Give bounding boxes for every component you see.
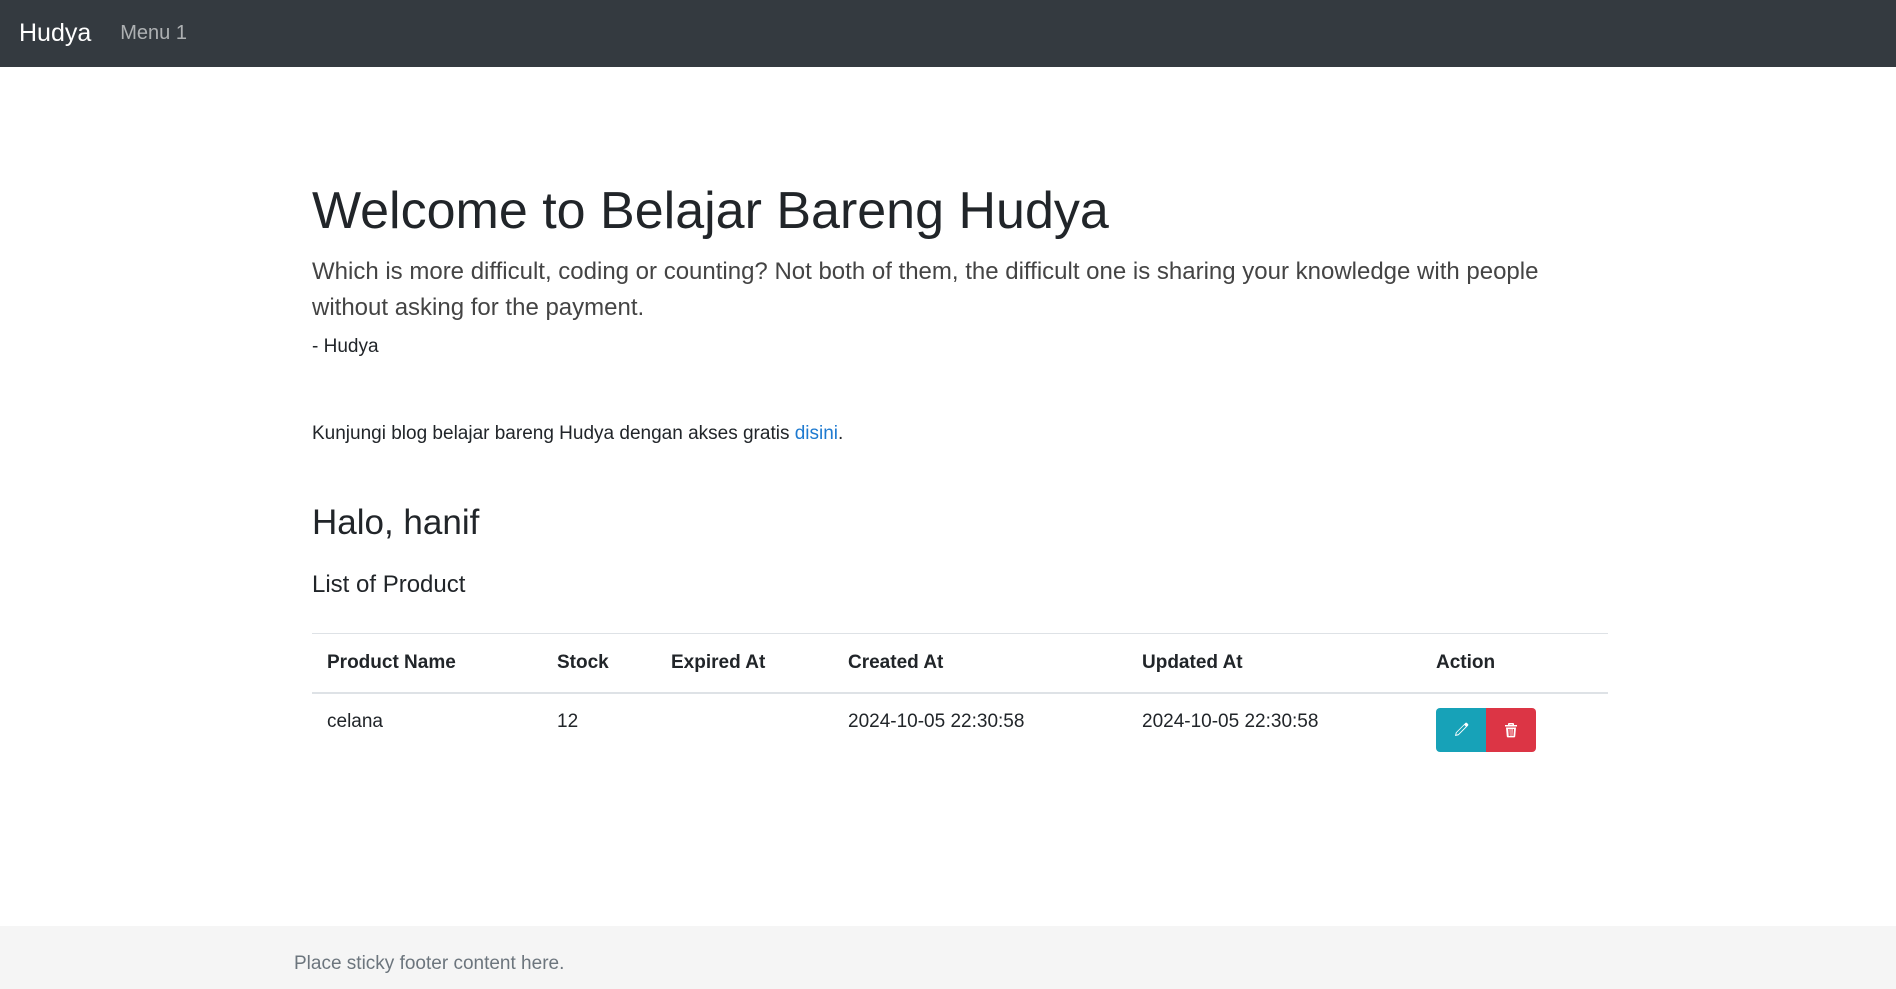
cell-stock: 12: [557, 711, 579, 732]
trash-icon: [1505, 723, 1517, 738]
cell-created-at: 2024-10-05 22:30:58: [848, 711, 1025, 732]
greeting-heading: Halo, hanif: [312, 503, 480, 542]
product-table: Product Name Stock Expired At Created At…: [312, 633, 1608, 755]
top-navbar: Hudya Menu 1: [0, 0, 1896, 67]
product-list-title: List of Product: [312, 571, 466, 598]
cell-updated-at: 2024-10-05 22:30:58: [1142, 711, 1319, 732]
table-header-row: Product Name Stock Expired At Created At…: [312, 633, 1608, 694]
quote-author: - Hudya: [312, 336, 379, 357]
header-stock: Stock: [542, 633, 656, 694]
cell-action: [1421, 693, 1608, 755]
quote-lead: Which is more difficult, coding or count…: [312, 258, 1539, 321]
blog-trailing: .: [838, 423, 844, 444]
edit-button[interactable]: [1436, 708, 1486, 752]
cell-expired-at: [656, 693, 833, 755]
blog-paragraph: Kunjungi blog belajar bareng Hudya denga…: [312, 423, 843, 445]
footer-text: Place sticky footer content here.: [294, 953, 565, 974]
navbar-brand[interactable]: Hudya: [19, 19, 91, 48]
pencil-icon: [1455, 722, 1469, 736]
header-expired-at: Expired At: [656, 633, 833, 694]
delete-button[interactable]: [1486, 708, 1536, 752]
cell-product-name: celana: [327, 711, 383, 732]
header-product-name: Product Name: [312, 633, 542, 694]
nav-menu-1[interactable]: Menu 1: [120, 22, 187, 45]
sticky-footer: Place sticky footer content here.: [0, 926, 1896, 989]
page-title: Welcome to Belajar Bareng Hudya: [312, 182, 1109, 240]
blog-link[interactable]: disini: [795, 423, 838, 444]
table-row: celana 12 2024-10-05 22:30:58 2024-10-05…: [312, 693, 1608, 755]
header-created-at: Created At: [833, 633, 1127, 694]
header-action: Action: [1421, 633, 1608, 694]
header-updated-at: Updated At: [1127, 633, 1421, 694]
blog-text: Kunjungi blog belajar bareng Hudya denga…: [312, 423, 795, 444]
